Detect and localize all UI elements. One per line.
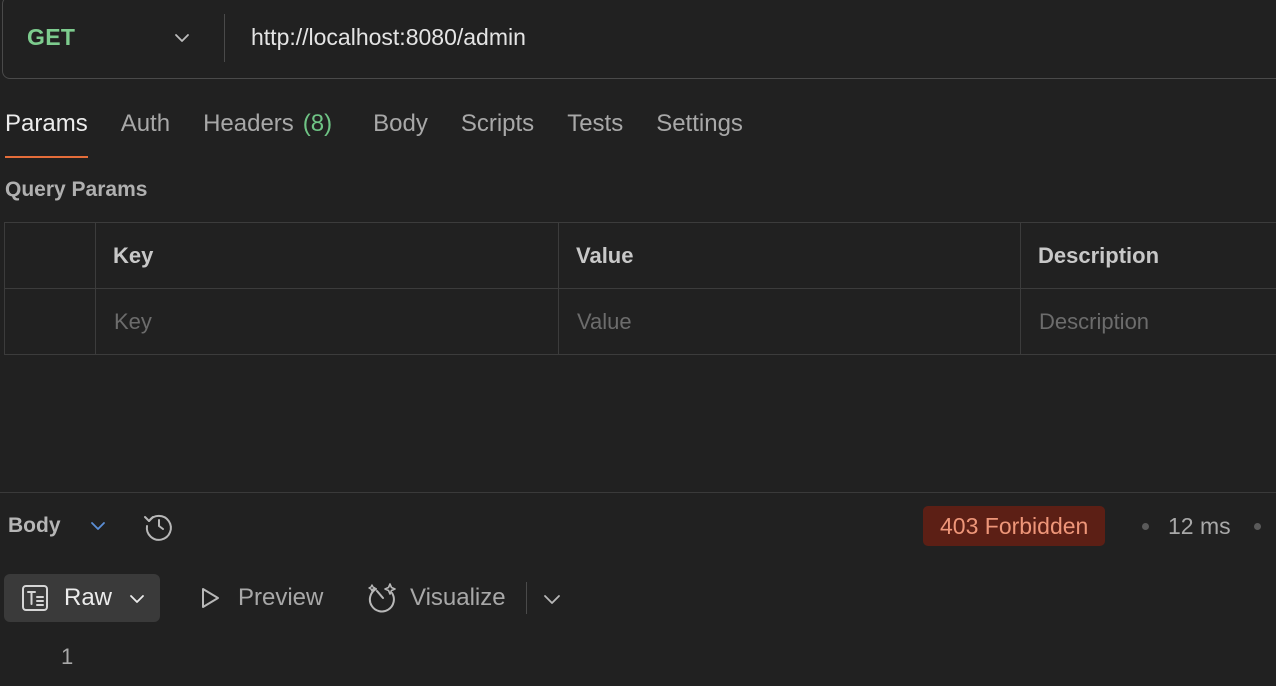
divider: [526, 582, 527, 614]
chevron-down-icon[interactable]: [88, 516, 108, 536]
request-tabs: Params Auth Headers (8) Body Scripts Test…: [5, 104, 776, 158]
value-input[interactable]: Value: [558, 288, 1021, 355]
tab-auth[interactable]: Auth: [121, 104, 170, 158]
text-format-icon: [20, 583, 50, 613]
url-input[interactable]: [225, 13, 1276, 62]
response-header: Body 403 Forbidden 12 ms: [0, 506, 1276, 546]
raw-view-button[interactable]: Raw: [4, 574, 160, 622]
tab-scripts[interactable]: Scripts: [461, 104, 534, 158]
tab-params[interactable]: Params: [5, 104, 88, 158]
description-column-header: Description: [1020, 222, 1276, 289]
response-body-label[interactable]: Body: [8, 514, 61, 538]
chevron-down-icon: [172, 28, 192, 48]
key-column-header: Key: [95, 222, 559, 289]
response-time[interactable]: 12 ms: [1168, 513, 1231, 540]
preview-label: Preview: [238, 584, 324, 611]
status-badge[interactable]: 403 Forbidden: [923, 506, 1106, 546]
query-params-title: Query Params: [5, 178, 148, 201]
query-params-table: Key Value Description Key Value Descript…: [4, 222, 1276, 355]
history-icon[interactable]: [142, 509, 176, 543]
tab-body[interactable]: Body: [373, 104, 428, 158]
play-icon: [196, 584, 224, 612]
response-divider[interactable]: [0, 492, 1276, 493]
postman-request-panel: GET Params Auth Headers(8) Body Scripts …: [0, 0, 1276, 686]
checkbox-column-header: [4, 222, 96, 289]
preview-view-button[interactable]: Preview: [196, 574, 323, 622]
response-view-tabs: Raw Preview Visualize: [4, 574, 1276, 622]
separator-dot: [1254, 523, 1261, 530]
chevron-down-icon: [127, 588, 147, 608]
visualize-label: Visualize: [410, 584, 506, 611]
tab-tests[interactable]: Tests: [567, 104, 623, 158]
value-column-header: Value: [558, 222, 1021, 289]
description-input[interactable]: Description: [1020, 288, 1276, 355]
tab-settings[interactable]: Settings: [656, 104, 743, 158]
row-checkbox-cell[interactable]: [4, 288, 96, 355]
method-selector[interactable]: GET: [3, 13, 225, 62]
url-bar: GET: [2, 0, 1276, 79]
line-number: 1: [61, 644, 74, 669]
headers-count-badge: (8): [302, 110, 333, 137]
raw-label: Raw: [64, 584, 113, 611]
chevron-down-icon[interactable]: [541, 588, 563, 610]
tab-headers[interactable]: Headers (8): [203, 104, 332, 158]
key-input[interactable]: Key: [95, 288, 559, 355]
table-row: Key Value Description: [4, 288, 1276, 355]
separator-dot: [1142, 523, 1149, 530]
visualize-view-button[interactable]: Visualize: [366, 574, 506, 622]
method-label: GET: [27, 24, 76, 50]
visualize-icon: [366, 581, 400, 615]
table-header-row: Key Value Description: [4, 222, 1276, 289]
